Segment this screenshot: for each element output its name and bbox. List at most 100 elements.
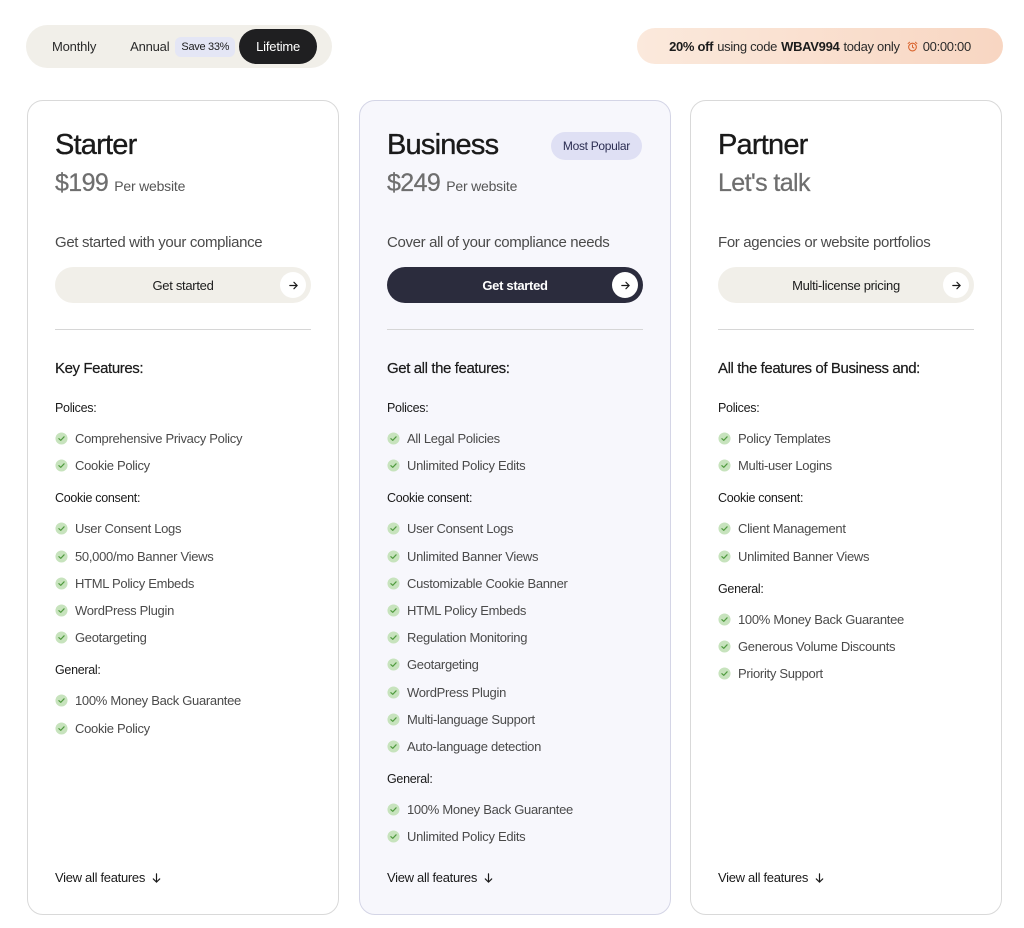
feature-group-label: Cookie consent:: [718, 491, 804, 506]
check-circle-icon: [387, 740, 400, 753]
check-circle-icon: [387, 713, 400, 726]
feature-item: Multi-language Support: [387, 706, 647, 733]
promo-timer: 00:00:00: [922, 38, 972, 54]
feature-item: Regulation Monitoring: [387, 624, 647, 651]
alarm-clock-icon: [907, 41, 918, 51]
arrow-right-icon: [612, 272, 638, 298]
feature-group: Cookie consent: User Consent Logs 50,000/m…: [55, 489, 315, 651]
feature-item: Generous Volume Discounts: [718, 633, 978, 660]
promo-discount: 20% off: [669, 38, 714, 54]
plan-price: $249: [387, 169, 441, 197]
feature-groups: Polices: Comprehensive Privacy Policy Cook…: [55, 399, 315, 752]
billing-option-annual[interactable]: Annual: [112, 33, 175, 60]
price-unit: Per website: [114, 178, 186, 194]
view-all-label: View all features: [387, 870, 478, 885]
feature-label: WordPress Plugin: [407, 684, 507, 700]
feature-label: Unlimited Policy Edits: [407, 458, 526, 474]
feature-item: User Consent Logs: [387, 515, 647, 542]
plan-tagline: Cover all of your compliance needs: [387, 234, 610, 251]
feature-label: Auto-language detection: [407, 738, 542, 754]
feature-item: Policy Templates: [718, 425, 978, 452]
feature-group-label: General:: [387, 772, 433, 787]
check-circle-icon: [55, 694, 68, 707]
feature-item: Multi-user Logins: [718, 452, 978, 479]
check-circle-icon: [55, 631, 68, 644]
feature-group: General: 100% Money Back Guarantee Cookie …: [55, 661, 315, 741]
feature-group-label: Polices:: [718, 401, 760, 415]
view-all-features-link[interactable]: View all features: [718, 870, 825, 885]
feature-item: Unlimited Policy Edits: [387, 823, 647, 850]
price-row: $199 Per website: [55, 169, 185, 198]
feature-item: HTML Policy Embeds: [387, 597, 647, 624]
feature-label: User Consent Logs: [75, 521, 182, 537]
feature-label: HTML Policy Embeds: [75, 575, 195, 591]
feature-item: Cookie Policy: [55, 452, 315, 479]
check-circle-icon: [387, 550, 400, 563]
check-circle-icon: [55, 550, 68, 563]
get-started-button[interactable]: Get started: [387, 267, 643, 303]
check-circle-icon: [387, 658, 400, 671]
multi-license-pricing-button[interactable]: Multi-license pricing: [718, 267, 974, 303]
feature-item: 100% Money Back Guarantee: [718, 606, 978, 633]
check-circle-icon: [718, 522, 731, 536]
billing-option-monthly[interactable]: Monthly: [38, 33, 112, 60]
feature-label: 100% Money Back Guarantee: [75, 693, 241, 709]
plan-name: Business: [387, 129, 499, 161]
check-circle-icon: [718, 432, 731, 445]
feature-item: 100% Money Back Guarantee: [55, 687, 315, 714]
feature-label: HTML Policy Embeds: [407, 603, 527, 619]
feature-group: Polices: All Legal Policies Unlimited Poli…: [387, 399, 647, 479]
price-unit: Per website: [446, 178, 518, 194]
plan-price: $199: [55, 169, 109, 197]
feature-label: 50,000/mo Banner Views: [75, 548, 214, 564]
feature-label: Client Management: [738, 521, 846, 537]
feature-label: Geotargeting: [407, 657, 479, 673]
check-circle-icon: [387, 830, 400, 843]
feature-groups: Polices: All Legal Policies Unlimited Poli…: [387, 399, 647, 860]
view-all-features-link[interactable]: View all features: [55, 870, 162, 885]
feature-label: Priority Support: [738, 666, 823, 682]
promo-code: WBAV994: [781, 38, 840, 54]
plan-tagline: For agencies or website portfolios: [718, 234, 931, 251]
feature-group-label: Polices:: [55, 401, 97, 415]
check-circle-icon: [718, 640, 731, 653]
view-all-label: View all features: [718, 870, 809, 885]
check-circle-icon: [718, 667, 731, 680]
check-circle-icon: [387, 459, 400, 472]
feature-label: WordPress Plugin: [75, 603, 175, 619]
check-circle-icon: [387, 522, 400, 536]
check-circle-icon: [55, 722, 68, 735]
check-circle-icon: [55, 432, 68, 445]
arrow-right-icon: [280, 272, 306, 298]
check-circle-icon: [718, 459, 731, 472]
cta-label: Get started: [482, 277, 548, 293]
billing-option-lifetime[interactable]: Lifetime: [239, 29, 318, 64]
feature-label: Cookie Policy: [75, 720, 150, 736]
get-started-button[interactable]: Get started: [55, 267, 311, 303]
check-circle-icon: [387, 803, 400, 816]
promo-text-code: using code: [717, 38, 778, 54]
check-circle-icon: [387, 604, 400, 617]
view-all-features-link[interactable]: View all features: [387, 870, 494, 885]
feature-label: Unlimited Banner Views: [407, 548, 539, 564]
feature-item: HTML Policy Embeds: [55, 570, 315, 597]
feature-label: All Legal Policies: [407, 431, 500, 447]
feature-group: Polices: Comprehensive Privacy Policy Cook…: [55, 399, 315, 479]
feature-label: Geotargeting: [75, 630, 147, 646]
feature-label: User Consent Logs: [407, 521, 514, 537]
features-title: All the features of Business and:: [718, 360, 921, 377]
arrow-right-icon: [943, 272, 969, 298]
feature-label: 100% Money Back Guarantee: [738, 611, 904, 627]
divider: [55, 329, 311, 330]
plan-card-business: Business Most Popular $249 Per website C…: [359, 100, 671, 915]
arrow-down-icon: [152, 872, 161, 883]
feature-item: 50,000/mo Banner Views: [55, 543, 315, 570]
feature-group: Cookie consent: User Consent Logs Unlimite…: [387, 489, 647, 760]
feature-label: 100% Money Back Guarantee: [407, 802, 573, 818]
feature-group-label: Cookie consent:: [55, 491, 141, 506]
billing-period-toggle: Monthly Annual Save 33% Lifetime: [26, 25, 332, 68]
promo-banner: 20% off using code WBAV994 today only 00…: [637, 28, 1003, 64]
check-circle-icon: [718, 613, 731, 626]
feature-group-label: Cookie consent:: [387, 491, 473, 506]
check-circle-icon: [55, 604, 68, 617]
